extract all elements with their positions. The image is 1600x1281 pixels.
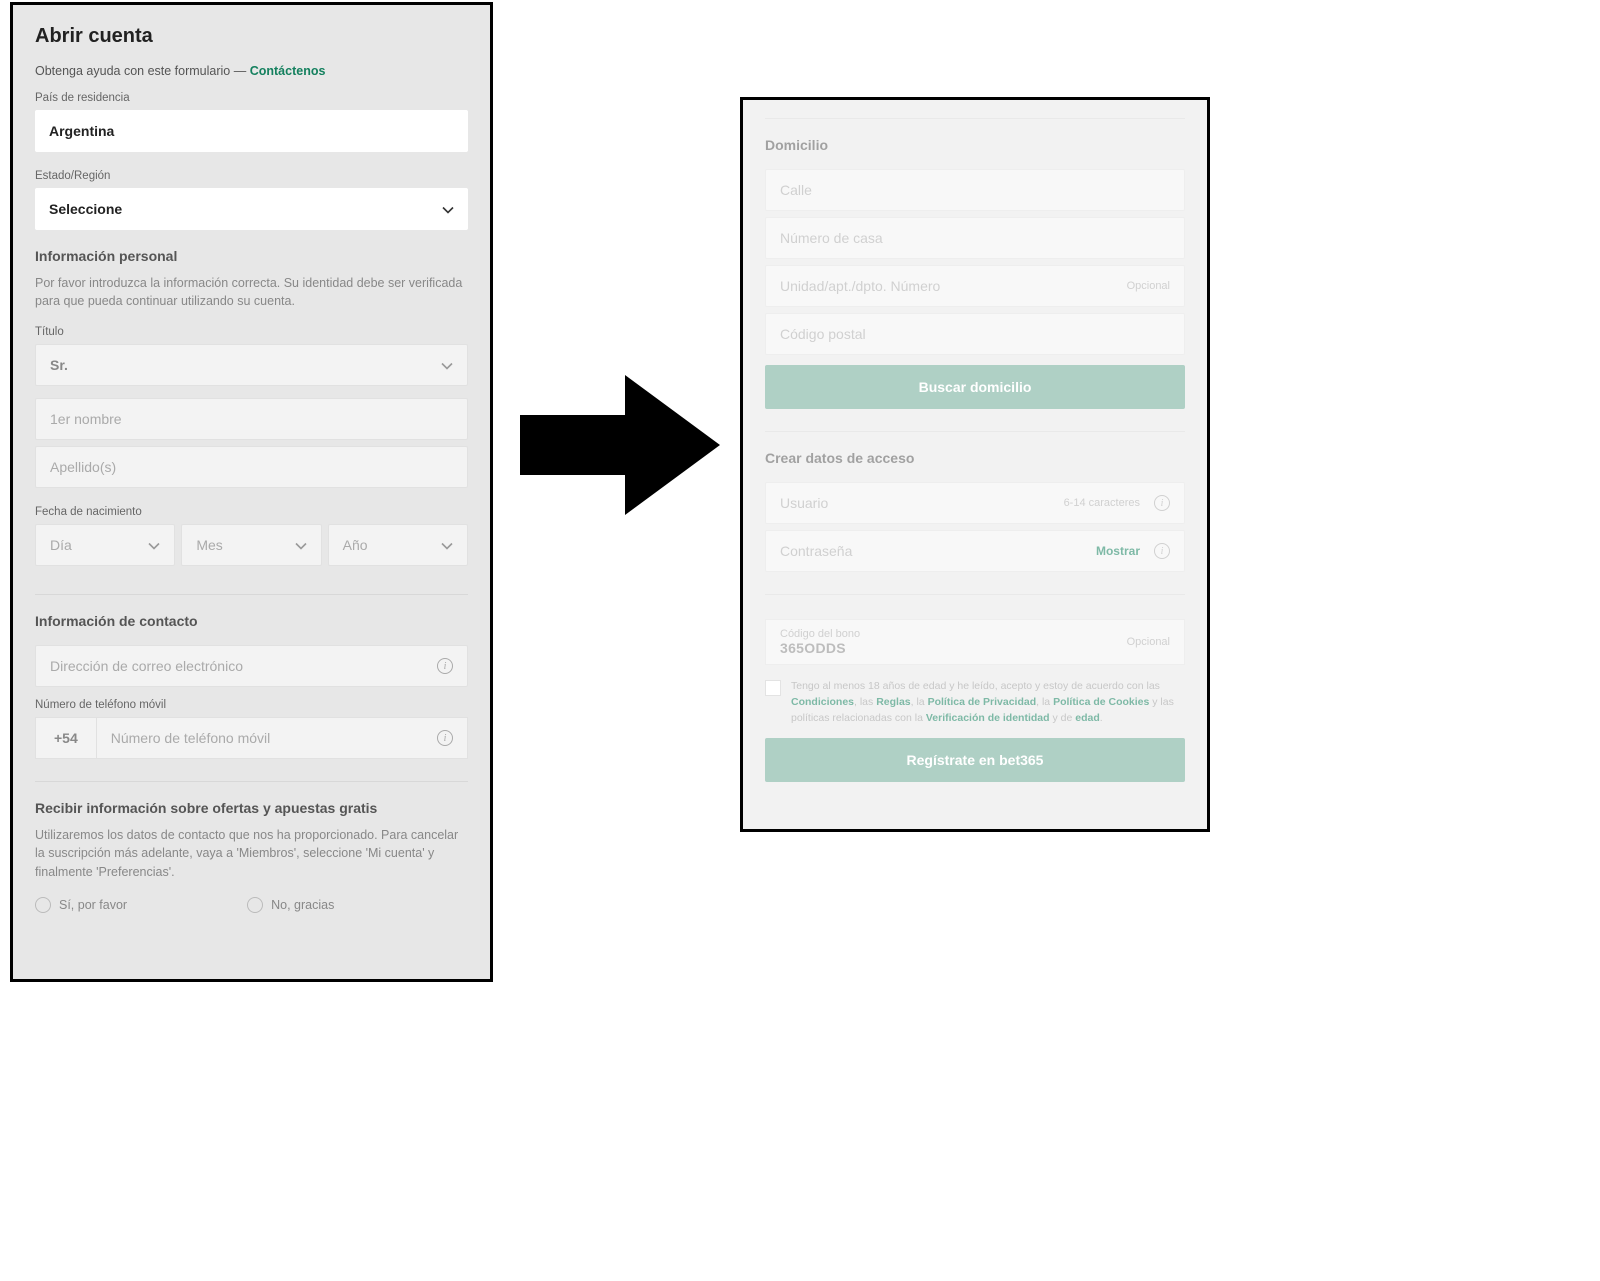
chevron-down-icon <box>295 539 307 551</box>
username-hint: 6-14 caracteres <box>1064 497 1140 509</box>
username-field[interactable] <box>780 495 1064 511</box>
phone-input[interactable]: i <box>96 717 468 759</box>
email-field[interactable] <box>50 658 429 674</box>
password-field[interactable] <box>780 543 1096 559</box>
access-heading: Crear datos de acceso <box>765 450 1185 466</box>
conditions-link[interactable]: Condiciones <box>791 696 854 708</box>
dob-day-select[interactable]: Día <box>35 524 175 566</box>
unit-input[interactable]: Opcional <box>765 265 1185 307</box>
street-field[interactable] <box>780 182 1170 198</box>
rules-link[interactable]: Reglas <box>876 696 910 708</box>
bonus-label: Código del bono <box>780 628 860 640</box>
chevron-down-icon <box>442 203 454 215</box>
contact-us-link[interactable]: Contáctenos <box>250 64 326 78</box>
registration-panel-left: Abrir cuenta Obtenga ayuda con este form… <box>10 2 493 982</box>
offers-no-label: No, gracias <box>271 898 334 912</box>
age-link[interactable]: edad <box>1075 712 1100 724</box>
firstname-field[interactable] <box>50 411 453 427</box>
access-section: Crear datos de acceso 6-14 caracteres i … <box>765 431 1185 572</box>
dob-month-label: Mes <box>196 537 222 553</box>
title-label: Título <box>35 326 468 338</box>
info-icon[interactable]: i <box>437 730 453 746</box>
street-input[interactable] <box>765 169 1185 211</box>
bonus-section: Código del bono 365ODDS Opcional Tengo a… <box>765 594 1185 782</box>
radio-icon <box>35 897 51 913</box>
divider: Recibir información sobre ofertas y apue… <box>35 781 468 912</box>
firstname-input[interactable] <box>35 398 468 440</box>
offers-yes-label: Sí, por favor <box>59 898 127 912</box>
offers-yes-radio[interactable]: Sí, por favor <box>35 897 127 913</box>
phone-row: +54 i <box>35 717 468 759</box>
offers-no-radio[interactable]: No, gracias <box>247 897 334 913</box>
info-icon[interactable]: i <box>1154 495 1170 511</box>
help-prefix: Obtenga ayuda con este formulario — <box>35 64 250 78</box>
offers-desc: Utilizaremos los datos de contacto que n… <box>35 826 468 880</box>
username-input[interactable]: 6-14 caracteres i <box>765 482 1185 524</box>
dob-year-label: Año <box>343 537 368 553</box>
optional-label: Opcional <box>1127 280 1170 292</box>
house-number-input[interactable] <box>765 217 1185 259</box>
divider: Información de contacto i Número de telé… <box>35 594 468 759</box>
identity-link[interactable]: Verificación de identidad <box>926 712 1050 724</box>
terms-row: Tengo al menos 18 años de edad y he leíd… <box>765 679 1185 726</box>
address-heading: Domicilio <box>765 137 1185 153</box>
cookies-link[interactable]: Política de Cookies <box>1053 696 1149 708</box>
personal-info-desc: Por favor introduzca la información corr… <box>35 274 468 310</box>
title-value: Sr. <box>50 357 68 373</box>
info-icon[interactable]: i <box>437 658 453 674</box>
page-title: Abrir cuenta <box>35 25 468 48</box>
help-line: Obtenga ayuda con este formulario — Cont… <box>35 64 468 78</box>
radio-icon <box>247 897 263 913</box>
dob-month-select[interactable]: Mes <box>181 524 321 566</box>
unit-field[interactable] <box>780 278 1127 294</box>
terms-checkbox[interactable] <box>765 680 781 696</box>
contact-info-heading: Información de contacto <box>35 613 468 629</box>
dob-label: Fecha de nacimiento <box>35 506 468 518</box>
phone-prefix[interactable]: +54 <box>35 717 96 759</box>
dob-row: Día Mes Año <box>35 524 468 572</box>
chevron-down-icon <box>441 539 453 551</box>
optional-label: Opcional <box>1127 636 1170 648</box>
country-label: País de residencia <box>35 92 468 104</box>
personal-info-heading: Información personal <box>35 248 468 264</box>
terms-text: Tengo al menos 18 años de edad y he leíd… <box>791 679 1185 726</box>
bonus-value: 365ODDS <box>780 640 860 656</box>
phone-field[interactable] <box>111 730 429 746</box>
find-address-button[interactable]: Buscar domicilio <box>765 365 1185 409</box>
lastname-field[interactable] <box>50 459 453 475</box>
chevron-down-icon <box>148 539 160 551</box>
privacy-link[interactable]: Política de Privacidad <box>928 696 1037 708</box>
country-select[interactable]: Argentina <box>35 110 468 152</box>
dob-day-label: Día <box>50 537 72 553</box>
state-select[interactable]: Seleccione <box>35 188 468 230</box>
postal-input[interactable] <box>765 313 1185 355</box>
house-number-field[interactable] <box>780 230 1170 246</box>
register-button[interactable]: Regístrate en bet365 <box>765 738 1185 782</box>
lastname-input[interactable] <box>35 446 468 488</box>
address-section: Domicilio Opcional Buscar domicilio <box>765 118 1185 409</box>
title-select[interactable]: Sr. <box>35 344 468 386</box>
phone-label: Número de teléfono móvil <box>35 699 468 711</box>
country-value: Argentina <box>49 123 114 139</box>
info-icon[interactable]: i <box>1154 543 1170 559</box>
dob-year-select[interactable]: Año <box>328 524 468 566</box>
chevron-down-icon <box>441 359 453 371</box>
postal-field[interactable] <box>780 326 1170 342</box>
arrow-icon <box>520 370 720 520</box>
offers-heading: Recibir información sobre ofertas y apue… <box>35 800 468 816</box>
state-value: Seleccione <box>49 201 122 217</box>
registration-panel-right: Domicilio Opcional Buscar domicilio Crea… <box>740 97 1210 832</box>
offers-radio-group: Sí, por favor No, gracias <box>35 897 468 913</box>
bonus-code-input[interactable]: Código del bono 365ODDS Opcional <box>765 619 1185 665</box>
show-password-toggle[interactable]: Mostrar <box>1096 544 1140 558</box>
email-input[interactable]: i <box>35 645 468 687</box>
state-label: Estado/Región <box>35 170 468 182</box>
password-input[interactable]: Mostrar i <box>765 530 1185 572</box>
